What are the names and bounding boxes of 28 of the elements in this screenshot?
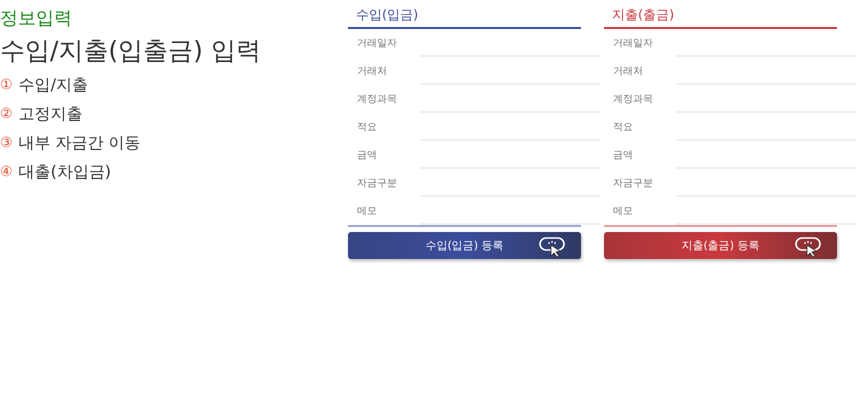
field-label: 계정과목 — [612, 93, 654, 106]
step-label: 내부 자금간 이동 — [18, 132, 141, 154]
field-label: 거래처 — [356, 65, 388, 78]
field-label: 거래일자 — [612, 37, 654, 50]
step-number: ③ — [0, 135, 13, 151]
field-label: 메모 — [356, 205, 378, 218]
step-label: 수입/지출 — [18, 74, 88, 96]
field-label: 자금구분 — [612, 177, 654, 190]
step-number: ① — [0, 77, 13, 93]
page-heading: 수입/지출(입출금) 입력 — [0, 35, 262, 67]
field-label: 계정과목 — [356, 93, 398, 106]
field-label: 거래일자 — [356, 37, 398, 50]
step-number: ④ — [0, 164, 13, 180]
panel-title: 지출(출금) — [604, 0, 837, 29]
step-label: 대출(차입금) — [18, 162, 112, 182]
field-label: 적요 — [612, 121, 634, 134]
field-label: 금액 — [612, 149, 634, 162]
field-label: 거래처 — [612, 65, 644, 78]
step-number: ② — [0, 106, 13, 122]
submit-button[interactable]: 수입(입금) 등록 — [348, 232, 581, 259]
submit-button[interactable]: 지출(출금) 등록 — [604, 232, 837, 259]
step-label: 고정지출 — [18, 104, 83, 124]
field-label: 메모 — [612, 205, 634, 218]
panel-title: 수입(입금) — [348, 0, 581, 29]
field-label: 금액 — [356, 149, 378, 162]
field-label: 적요 — [356, 121, 378, 134]
field-label: 자금구분 — [356, 177, 398, 190]
section-label: 정보입력 — [0, 7, 73, 30]
